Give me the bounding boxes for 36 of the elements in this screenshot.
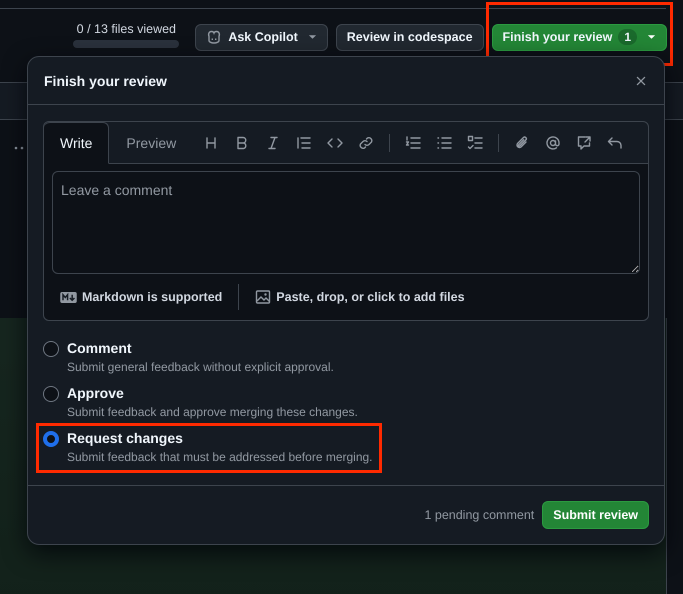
copilot-icon <box>206 29 222 45</box>
comment-field[interactable]: Leave a comment <box>52 171 640 274</box>
cross-reference-icon[interactable] <box>576 134 592 150</box>
option-description: Submit feedback and approve merging these changes. <box>67 405 358 419</box>
numbered-list-icon[interactable] <box>405 134 422 150</box>
codespace-button[interactable]: Review in codespace <box>336 24 484 50</box>
option-description: Submit feedback that must be addressed before merging. <box>67 450 373 464</box>
option-label: Request changes <box>67 430 184 446</box>
pending-count: 1 pending comment <box>424 508 534 522</box>
radio-button[interactable] <box>43 431 59 447</box>
option-description: Submit general feedback without explicit approval. <box>67 360 334 374</box>
ask-copilot-button[interactable]: Ask Copilot <box>195 24 328 50</box>
kebab-icon[interactable] <box>14 146 26 150</box>
caret-icon <box>647 34 656 40</box>
undo-icon[interactable] <box>607 134 624 150</box>
option-label: Comment <box>67 340 133 356</box>
attach-files-label: Paste, drop, or click to add files <box>276 290 465 304</box>
quote-icon[interactable] <box>296 134 312 150</box>
files-viewed-count: 0 / 13 files viewed <box>76 22 176 36</box>
radio-button[interactable] <box>43 341 59 357</box>
radio-button[interactable] <box>43 386 59 402</box>
caret-icon <box>308 34 317 40</box>
markdown-icon <box>60 292 77 302</box>
link-icon[interactable] <box>358 134 374 150</box>
count-badge: 1 <box>618 29 637 45</box>
editor-tab[interactable]: Write <box>44 122 110 164</box>
dialog-title: Finish your review <box>44 72 167 88</box>
image-icon <box>255 289 272 305</box>
finish-review-button[interactable]: Finish your review 1 <box>492 24 667 50</box>
submit-review-button[interactable]: Submit review <box>542 501 649 529</box>
attach-files-button[interactable]: Paste, drop, or click to add files <box>255 289 465 305</box>
editor-tab[interactable]: Preview <box>109 122 194 164</box>
mention-icon[interactable] <box>545 134 562 150</box>
option-label: Approve <box>67 385 125 401</box>
bullet-list-icon[interactable] <box>436 134 452 150</box>
task-list-icon[interactable] <box>467 134 484 150</box>
